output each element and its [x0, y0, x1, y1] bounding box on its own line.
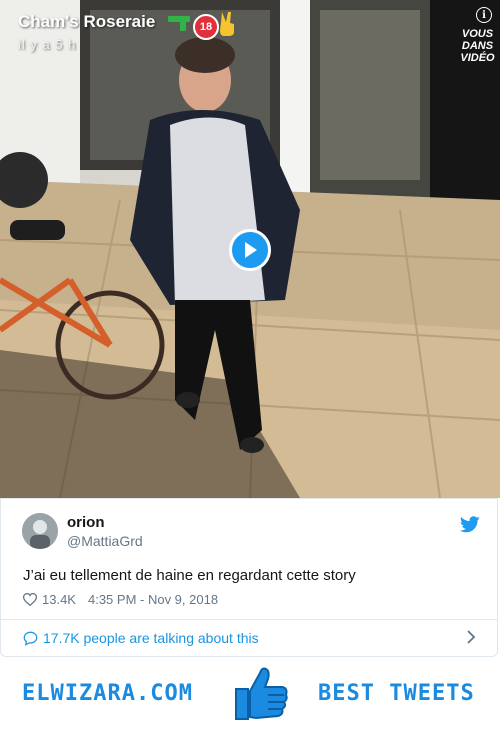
thumbs-up-icon	[235, 667, 288, 720]
twitter-bird-icon[interactable]	[460, 516, 480, 533]
story-title: Cham's Roseraie	[18, 12, 156, 31]
site-name[interactable]: ELWIZARA.COM	[22, 681, 193, 706]
talking-link[interactable]: 17.7K people are talking about this	[23, 630, 259, 646]
info-icon[interactable]: i	[476, 7, 492, 23]
gun-sticker-icon	[168, 16, 190, 31]
divider	[1, 619, 497, 620]
avatar-image	[22, 513, 58, 549]
video-thumbnail[interactable]: Cham's Roseraie il y a 5 h 18 i VOUS DAN…	[0, 0, 500, 498]
play-icon	[245, 242, 257, 258]
tweet-text: J’ai eu tellement de haine en regardant …	[23, 567, 356, 584]
user-handle[interactable]: @MattiaGrd	[67, 533, 143, 549]
footer-banner: ELWIZARA.COM BEST TWEETS	[0, 657, 500, 730]
tweet-meta: 13.4K 4:35 PM - Nov 9, 2018	[23, 592, 218, 607]
age-badge: 18	[193, 14, 219, 40]
avatar[interactable]	[22, 513, 58, 549]
store-sign: VOUS DANS VIDÉO	[460, 28, 495, 64]
tweet-card: orion @MattiaGrd J’ai eu tellement de ha…	[0, 498, 498, 657]
chevron-right-icon[interactable]	[467, 630, 476, 644]
tweet-timestamp[interactable]: 4:35 PM - Nov 9, 2018	[88, 592, 218, 607]
like-count[interactable]: 13.4K	[42, 592, 76, 607]
play-button[interactable]	[229, 229, 271, 271]
comment-icon	[23, 631, 38, 646]
best-tweets-label: BEST TWEETS	[318, 681, 475, 706]
story-time: il y a 5 h	[18, 37, 77, 52]
talking-text: 17.7K people are talking about this	[43, 630, 259, 646]
heart-icon[interactable]	[23, 593, 37, 606]
victory-hand-icon	[220, 12, 234, 36]
user-display-name[interactable]: orion	[67, 514, 105, 531]
